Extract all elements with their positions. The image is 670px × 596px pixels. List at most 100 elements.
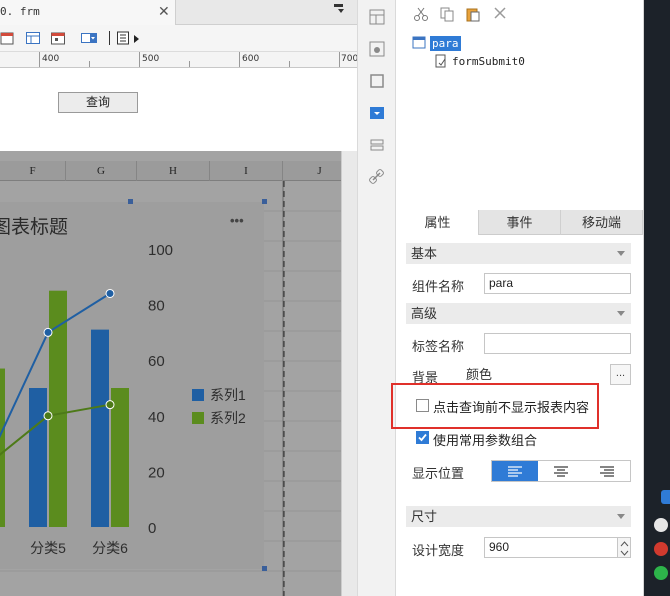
- date-picker-icon[interactable]: [50, 30, 66, 46]
- copy-icon[interactable]: [439, 6, 455, 25]
- background-more-button[interactable]: ...: [610, 364, 631, 385]
- column-header-row: F G H I J: [0, 161, 357, 181]
- tag-name-label: 标签名称: [412, 339, 465, 354]
- sheet-scrollbar[interactable]: [341, 151, 357, 596]
- hide-report-label: 点击查询前不显示报表内容: [433, 400, 590, 415]
- column-header-g[interactable]: G: [66, 161, 137, 181]
- y-tick-label: 100: [148, 242, 173, 259]
- combo-widget-icon[interactable]: [368, 104, 386, 122]
- close-icon[interactable]: ✕: [158, 3, 170, 20]
- y-tick-label: 20: [148, 464, 165, 481]
- ruler-label: 600: [242, 54, 260, 64]
- align-center-icon: [554, 466, 568, 477]
- component-name-input[interactable]: para: [484, 273, 631, 294]
- stack-icon[interactable]: [368, 136, 386, 154]
- delete-icon[interactable]: [493, 6, 507, 23]
- ruler-tick: [139, 52, 140, 67]
- align-center-button[interactable]: [538, 461, 584, 481]
- horizontal-ruler: 400 500 600 700: [0, 52, 358, 68]
- tab-menu-icon[interactable]: [333, 3, 345, 18]
- legend-label: 系列2: [210, 410, 246, 426]
- x-tick-label: 分类6: [92, 540, 128, 556]
- desktop-edge: [644, 0, 670, 596]
- dropdown-widget-icon[interactable]: [80, 30, 97, 46]
- query-button[interactable]: 查询: [58, 92, 138, 113]
- section-basic-label: 基本: [411, 246, 438, 261]
- tray-app-icon[interactable]: [661, 490, 670, 504]
- design-width-input[interactable]: 960: [484, 537, 618, 558]
- toolbar-overflow-icon[interactable]: [134, 33, 140, 47]
- alignment-group: [491, 460, 631, 482]
- ruler-label: 400: [42, 54, 60, 64]
- chart-more-icon[interactable]: •••: [230, 213, 244, 228]
- document-tab-label: 0. frm: [0, 5, 40, 18]
- ruler-tick: [339, 52, 340, 67]
- component-name-label: 组件名称: [412, 279, 465, 294]
- app-window: 0. frm ✕ 400 500 600 700 查询 F G H I J 图表…: [0, 0, 670, 596]
- tab-events[interactable]: 事件: [479, 210, 561, 235]
- ruler-tick: [189, 61, 190, 67]
- column-header-f[interactable]: F: [0, 161, 66, 181]
- form-node-icon: [412, 35, 427, 53]
- tree-node-para[interactable]: para: [430, 36, 461, 51]
- common-params-label: 使用常用参数组合: [433, 433, 538, 448]
- section-size[interactable]: 尺寸: [406, 506, 631, 527]
- ruler-tick: [289, 61, 290, 67]
- tree-node-formsubmit[interactable]: formSubmit0: [452, 55, 525, 68]
- parameter-form-area[interactable]: [0, 69, 357, 151]
- line-point-2-1: [43, 411, 53, 421]
- align-right-button[interactable]: [584, 461, 630, 481]
- ruler-tick: [89, 61, 90, 67]
- link-icon[interactable]: [368, 168, 386, 186]
- bar-2-2: [111, 388, 129, 527]
- cut-icon[interactable]: [413, 6, 429, 25]
- resize-handle[interactable]: [262, 566, 267, 571]
- table-icon[interactable]: [25, 30, 41, 46]
- position-label: 显示位置: [412, 466, 465, 481]
- line-point-1-2: [105, 288, 115, 298]
- y-tick-label: 60: [148, 353, 165, 370]
- design-width-stepper[interactable]: [618, 537, 631, 558]
- legend-swatch: [192, 389, 204, 401]
- bar-2-0: [0, 368, 5, 527]
- align-left-button[interactable]: [492, 461, 538, 481]
- tag-name-input[interactable]: [484, 333, 631, 354]
- section-advanced[interactable]: 高级: [406, 303, 631, 324]
- y-tick-label: 40: [148, 409, 165, 426]
- list-icon[interactable]: [116, 30, 132, 46]
- align-right-icon: [600, 466, 614, 477]
- chart-title: 图表标题: [0, 216, 68, 238]
- column-header-h[interactable]: H: [137, 161, 210, 181]
- line-point-1-1: [43, 327, 53, 337]
- form-widget-icon[interactable]: [368, 40, 386, 58]
- resize-handle[interactable]: [262, 199, 267, 204]
- collapse-icon: [617, 514, 625, 519]
- calendar-icon[interactable]: [0, 30, 16, 46]
- bar-1-2: [91, 329, 109, 527]
- collapse-icon: [617, 251, 625, 256]
- section-advanced-label: 高级: [411, 306, 438, 321]
- resize-handle[interactable]: [128, 199, 133, 204]
- chart-widget[interactable]: 图表标题 ••• 0204060801004分类5分类6系列1系列2: [0, 181, 357, 596]
- design-width-label: 设计宽度: [412, 543, 465, 558]
- legend-swatch: [192, 412, 204, 424]
- toolbar-divider: [109, 31, 110, 45]
- document-tab[interactable]: 0. frm ✕: [0, 0, 176, 25]
- tray-qq-icon[interactable]: [654, 518, 668, 532]
- section-basic[interactable]: 基本: [406, 243, 631, 264]
- widget-icon-strip: [357, 0, 396, 596]
- line-point-2-2: [105, 400, 115, 410]
- common-params-checkbox[interactable]: [416, 431, 429, 444]
- tray-wechat-icon[interactable]: [654, 566, 668, 580]
- tray-qq-alt-icon[interactable]: [654, 542, 668, 556]
- collapse-icon: [617, 311, 625, 316]
- background-value[interactable]: 颜色: [462, 364, 608, 385]
- tab-mobile[interactable]: 移动端: [561, 210, 643, 235]
- check-icon: [418, 433, 427, 442]
- paste-icon[interactable]: [465, 6, 481, 25]
- column-header-i[interactable]: I: [210, 161, 283, 181]
- frame-icon[interactable]: [368, 72, 386, 90]
- hide-report-checkbox[interactable]: [416, 399, 429, 412]
- tab-properties[interactable]: 属性: [397, 210, 479, 235]
- layout-icon[interactable]: [368, 8, 386, 26]
